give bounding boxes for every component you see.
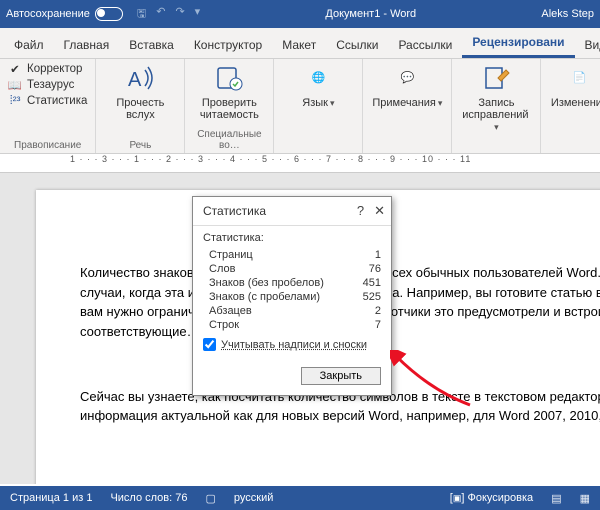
corrector-button[interactable]: ✔Корректор <box>8 62 87 76</box>
tab-design[interactable]: Конструктор <box>184 32 272 58</box>
stat-chars-no-spaces: Знаков (без пробелов)451 <box>203 276 381 290</box>
group-accessibility: Проверить читаемость Специальные во… <box>185 59 274 153</box>
globe-icon: 🌐 <box>312 62 326 94</box>
undo-icon[interactable]: ↶ <box>156 5 165 24</box>
accessibility-icon <box>214 62 244 94</box>
dialog-header: Статистика: <box>203 232 381 244</box>
book-icon: 📖 <box>8 78 22 92</box>
toggle-off-icon <box>95 7 123 21</box>
ribbon-tabs: Файл Главная Вставка Конструктор Макет С… <box>0 28 600 59</box>
tab-file[interactable]: Файл <box>4 32 54 58</box>
dialog-title: Статистика <box>203 204 266 218</box>
dialog-titlebar[interactable]: Статистика ? ✕ <box>193 197 391 226</box>
checkbox-label: Учитывать надписи и сноски <box>221 339 367 351</box>
group-speech: A Прочесть вслух Речь <box>96 59 185 153</box>
changes-button[interactable]: 📄 Изменения <box>549 62 600 109</box>
ribbon: ✔Корректор 📖Тезаурус ⁞²³Статистика Право… <box>0 59 600 154</box>
track-changes-button[interactable]: Запись исправлений ▾ <box>460 62 532 133</box>
read-aloud-button[interactable]: A Прочесть вслух <box>104 62 176 121</box>
read-mode-icon[interactable]: ▦ <box>580 492 590 505</box>
tab-home[interactable]: Главная <box>54 32 120 58</box>
focus-mode-button[interactable]: [▣] Фокусировка <box>450 492 533 504</box>
thesaurus-button[interactable]: 📖Тезаурус <box>8 78 87 92</box>
stat-paragraphs: Абзацев2 <box>203 304 381 318</box>
close-button[interactable]: Закрыть <box>301 367 381 385</box>
title-bar: Автосохранение 🖫 ↶ ↷ ▾ Документ1 - Word … <box>0 0 600 28</box>
changes-icon: 📄 <box>573 62 587 94</box>
stat-lines: Строк7 <box>203 318 381 332</box>
group-language: 🌐 Язык▾ <box>274 59 363 153</box>
status-word-count[interactable]: Число слов: 76 <box>110 492 187 504</box>
statistics-dialog: Статистика ? ✕ Статистика: Страниц1 Слов… <box>192 196 392 396</box>
group-label-speech: Речь <box>104 138 176 151</box>
spellcheck-icon[interactable]: ▢ <box>206 492 216 505</box>
comment-icon: 💬 <box>401 62 415 94</box>
stat-pages: Страниц1 <box>203 248 381 262</box>
close-icon[interactable]: ✕ <box>374 203 385 219</box>
chevron-down-icon: ▾ <box>330 98 335 108</box>
track-changes-icon <box>482 62 510 94</box>
group-label-accessibility: Специальные во… <box>193 127 265 151</box>
word-count-button[interactable]: ⁞²³Статистика <box>8 94 87 108</box>
group-changes: 📄 Изменения <box>541 59 600 153</box>
stat-chars-spaces: Знаков (с пробелами)525 <box>203 290 381 304</box>
read-aloud-icon: A <box>125 62 155 94</box>
comments-button[interactable]: 💬 Примечания▾ <box>371 62 443 109</box>
check-accessibility-button[interactable]: Проверить читаемость <box>193 62 265 121</box>
stat-words: Слов76 <box>203 262 381 276</box>
tab-layout[interactable]: Макет <box>272 32 326 58</box>
tab-review[interactable]: Рецензировани <box>462 29 574 58</box>
horizontal-ruler[interactable]: 1 · · · 3 · · · 1 · · · 2 · · · 3 · · · … <box>0 154 600 173</box>
count-icon: ⁞²³ <box>8 94 22 108</box>
document-title: Документ1 - Word <box>200 8 541 20</box>
group-comments: 💬 Примечания▾ <box>363 59 452 153</box>
include-textboxes-checkbox[interactable]: Учитывать надписи и сноски <box>203 338 381 351</box>
group-label-proofing: Правописание <box>8 138 87 151</box>
status-bar: Страница 1 из 1 Число слов: 76 ▢ русский… <box>0 486 600 510</box>
tab-view[interactable]: Вид <box>575 32 600 58</box>
group-proofing: ✔Корректор 📖Тезаурус ⁞²³Статистика Право… <box>0 59 96 153</box>
redo-icon[interactable]: ↷ <box>175 5 184 24</box>
tab-mailings[interactable]: Рассылки <box>388 32 462 58</box>
print-layout-icon[interactable]: ▤ <box>551 492 561 505</box>
checkbox-input[interactable] <box>203 338 216 351</box>
quick-access-toolbar: 🖫 ↶ ↷ ▾ <box>137 5 200 24</box>
help-icon[interactable]: ? <box>357 203 364 219</box>
language-button[interactable]: 🌐 Язык▾ <box>282 62 354 109</box>
svg-text:A: A <box>128 69 142 91</box>
chevron-down-icon: ▾ <box>438 98 443 108</box>
tab-references[interactable]: Ссылки <box>326 32 388 58</box>
status-language[interactable]: русский <box>234 492 273 504</box>
group-tracking: Запись исправлений ▾ <box>452 59 541 153</box>
autosave-toggle[interactable]: Автосохранение <box>6 7 123 21</box>
chevron-down-icon: ▾ <box>494 122 499 132</box>
user-name[interactable]: Aleks Step <box>541 8 594 20</box>
autosave-label: Автосохранение <box>6 8 90 20</box>
status-page[interactable]: Страница 1 из 1 <box>10 492 92 504</box>
tab-insert[interactable]: Вставка <box>119 32 184 58</box>
qat-more-icon[interactable]: ▾ <box>195 5 201 24</box>
save-icon[interactable]: 🖫 <box>137 5 146 24</box>
check-abc-icon: ✔ <box>8 62 22 76</box>
